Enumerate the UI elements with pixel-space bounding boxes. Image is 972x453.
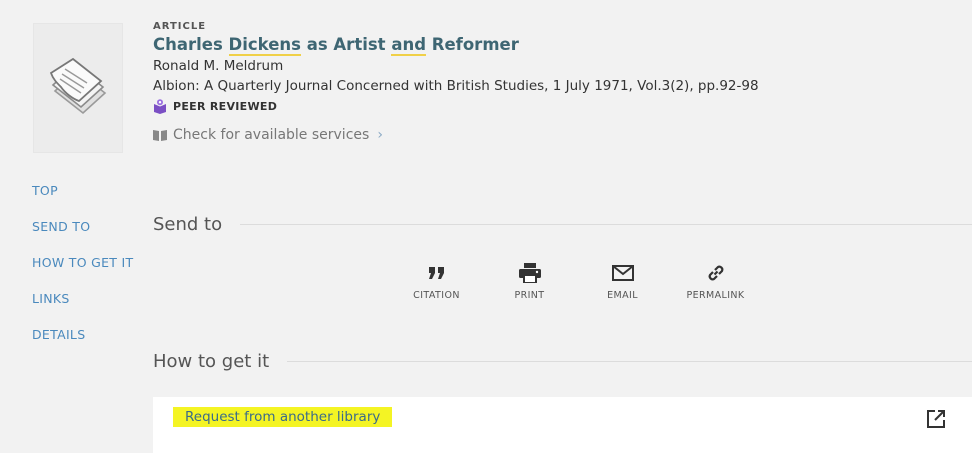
how-to-get-it-title: How to get it [153, 351, 270, 372]
quote-icon [428, 267, 444, 279]
peer-reviewed-icon [154, 99, 166, 114]
full-record-page: TOP SEND TO HOW TO GET IT LINKS DETAILS … [0, 0, 972, 453]
document-stack-icon [49, 57, 107, 115]
envelope-icon [611, 265, 634, 281]
record-title[interactable]: Charles Dickens as Artist and Reformer [153, 35, 972, 56]
email-label: EMAIL [607, 290, 638, 301]
open-book-icon [153, 130, 167, 141]
how-to-get-it-section-header: How to get it [153, 351, 972, 372]
title-highlight: and [391, 35, 427, 56]
resource-type-label: ARTICLE [153, 21, 207, 32]
nav-details[interactable]: DETAILS [32, 326, 133, 362]
record-header: ARTICLE Charles Dickens as Artist and Re… [153, 21, 972, 143]
section-divider [240, 224, 972, 225]
title-part: Charles [153, 35, 229, 54]
nav-send-to[interactable]: SEND TO [32, 218, 133, 254]
send-to-section-header: Send to [153, 214, 972, 235]
send-to-title: Send to [153, 214, 223, 235]
printer-icon [518, 263, 541, 283]
record-source: Albion: A Quarterly Journal Concerned wi… [153, 78, 759, 94]
check-services-link[interactable]: Check for available services › [153, 127, 972, 143]
print-button[interactable]: PRINT [483, 262, 576, 301]
peer-reviewed-label: PEER REVIEWED [173, 100, 278, 113]
nav-links[interactable]: LINKS [32, 290, 133, 326]
nav-how-to-get-it[interactable]: HOW TO GET IT [32, 254, 133, 290]
title-part: as Artist [300, 35, 392, 54]
request-from-another-library-link[interactable]: Request from another library [173, 407, 393, 427]
title-part: Reformer [426, 35, 519, 54]
title-highlight: Dickens [228, 35, 301, 56]
record-author: Ronald M. Meldrum [153, 58, 284, 74]
check-services-label: Check for available services [173, 127, 370, 143]
send-to-actions: CITATION PRINT EMAIL PERMALINK [390, 262, 762, 301]
citation-button[interactable]: CITATION [390, 262, 483, 301]
print-label: PRINT [514, 290, 545, 301]
permalink-label: PERMALINK [686, 290, 745, 301]
citation-label: CITATION [413, 290, 460, 301]
peer-reviewed-badge: PEER REVIEWED [153, 99, 972, 114]
section-divider [287, 361, 972, 362]
nav-top[interactable]: TOP [32, 182, 133, 218]
chevron-right-icon: › [377, 127, 383, 143]
resource-thumbnail [33, 23, 123, 153]
link-icon [708, 265, 723, 281]
external-link-icon[interactable] [926, 409, 946, 429]
how-to-get-it-panel: Request from another library [153, 397, 972, 453]
permalink-button[interactable]: PERMALINK [669, 262, 762, 301]
record-section-nav: TOP SEND TO HOW TO GET IT LINKS DETAILS [32, 182, 133, 362]
email-button[interactable]: EMAIL [576, 262, 669, 301]
